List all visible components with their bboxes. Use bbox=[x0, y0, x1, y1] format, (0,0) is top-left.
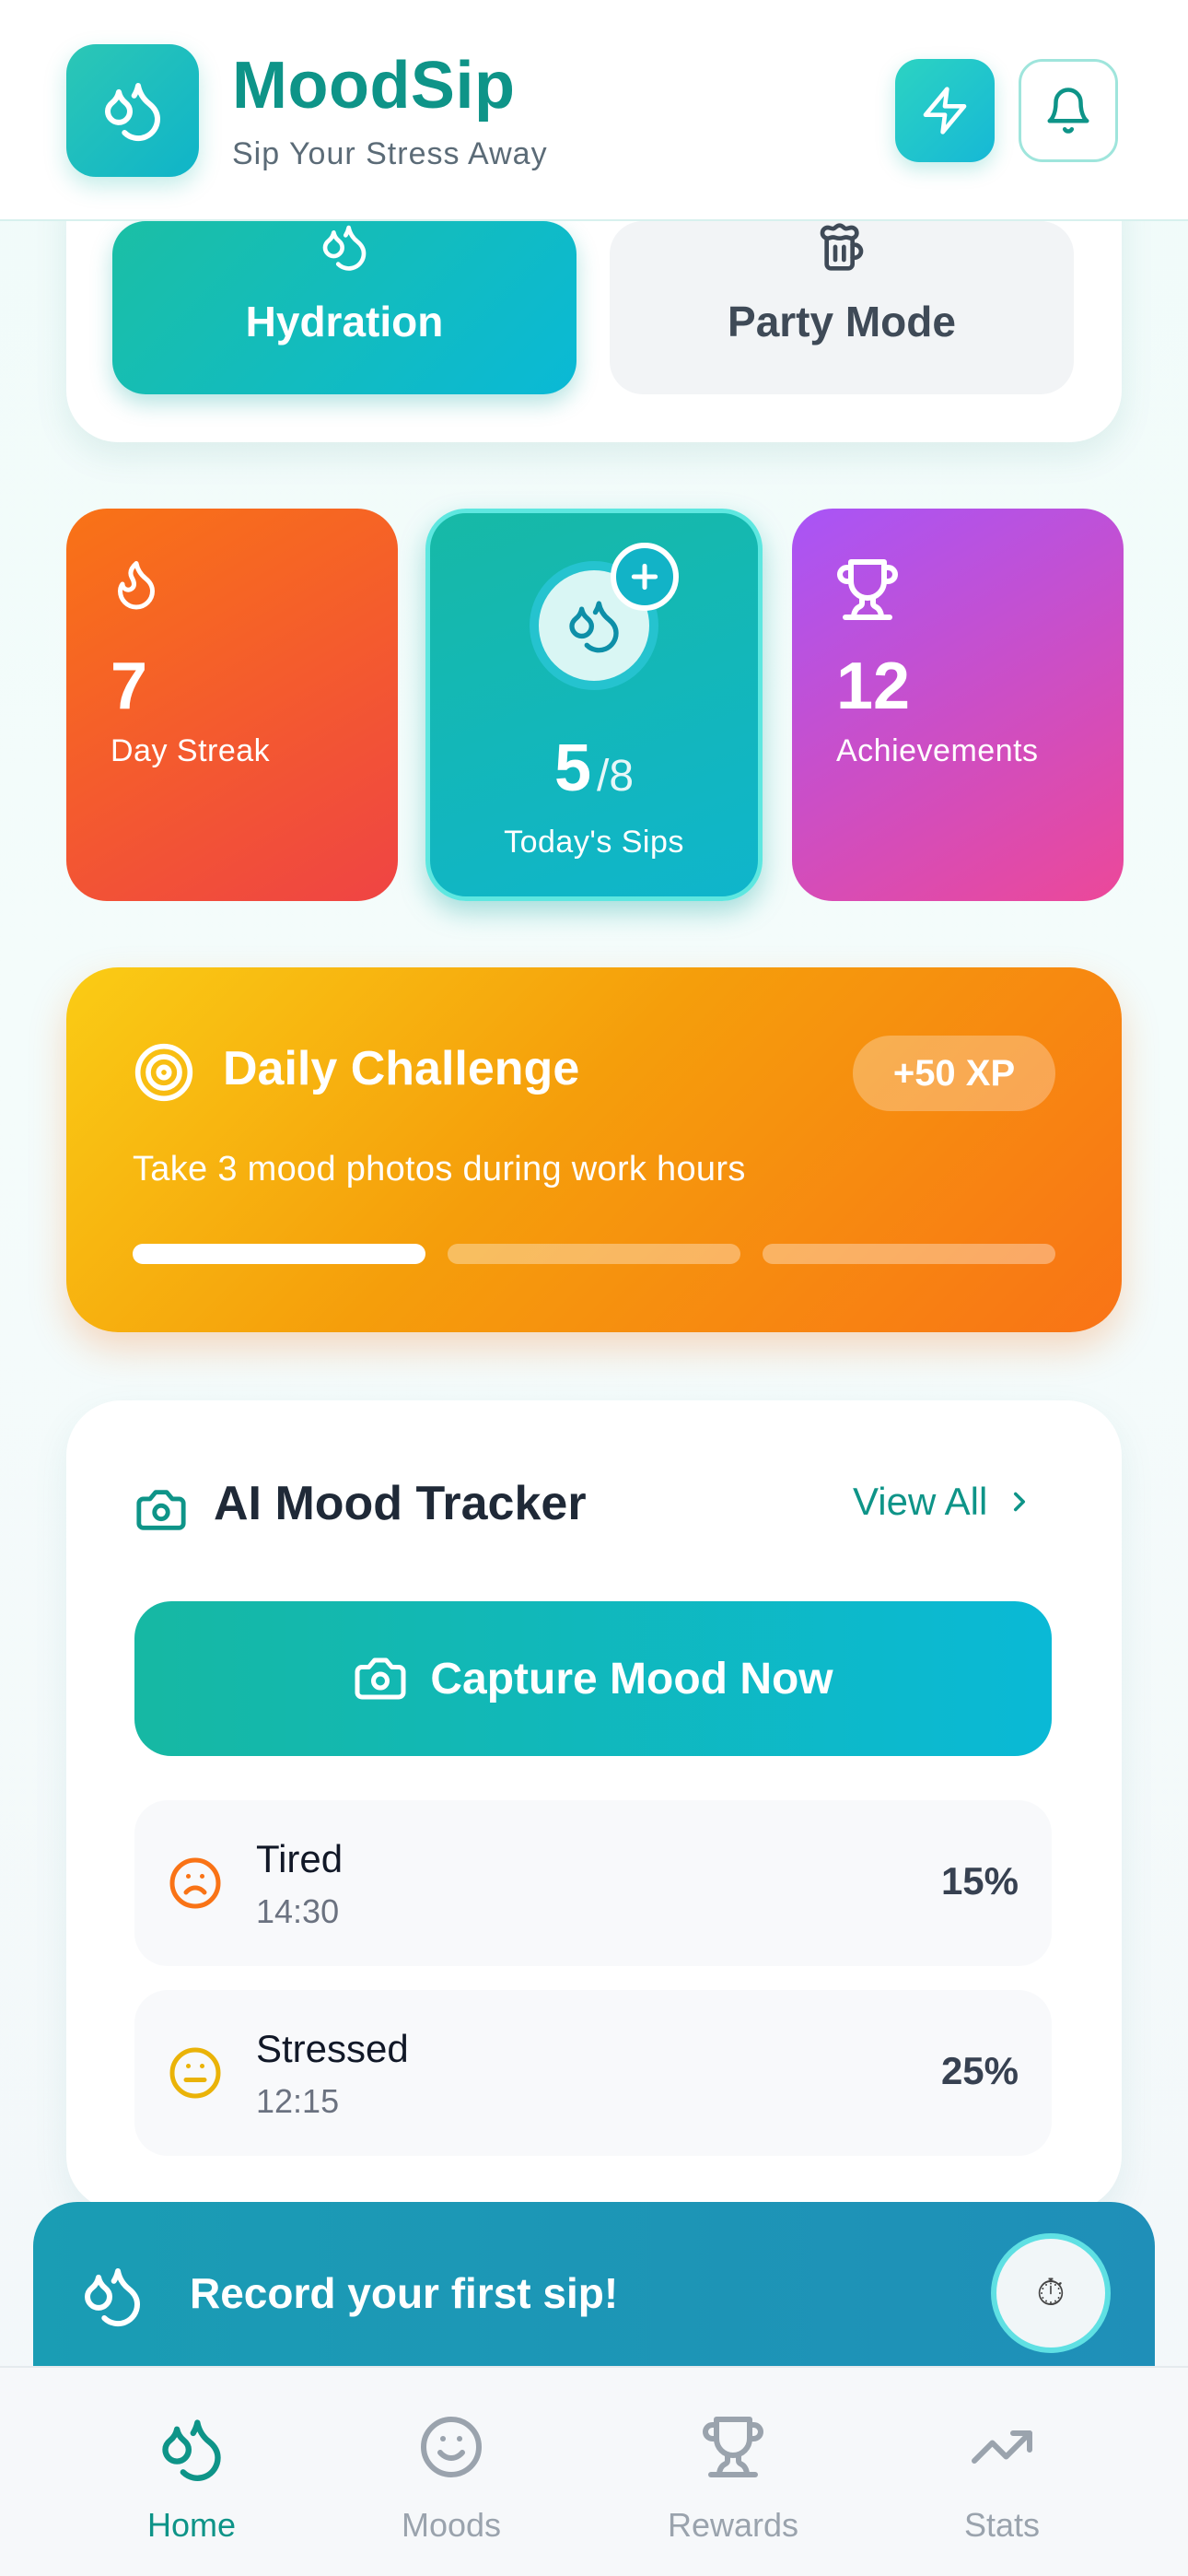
trending-up-icon bbox=[972, 2430, 1032, 2464]
streak-card[interactable]: 7 Day Streak bbox=[66, 509, 398, 901]
droplets-icon bbox=[85, 2268, 141, 2327]
trophy-icon bbox=[703, 2417, 763, 2477]
quick-action-button[interactable] bbox=[895, 59, 995, 162]
mood-entry[interactable]: Stressed 12:15 25% bbox=[134, 1990, 1052, 2156]
challenge-description: Take 3 mood photos during work hours bbox=[133, 1150, 746, 1188]
daily-challenge-card[interactable]: Daily Challenge +50 XP Take 3 mood photo… bbox=[66, 967, 1122, 1332]
challenge-progress-segment bbox=[448, 1244, 740, 1264]
plus-icon bbox=[631, 563, 658, 591]
mood-entry-name: Tired bbox=[256, 1837, 344, 1880]
nav-moods[interactable]: Moods bbox=[350, 2368, 553, 2576]
nav-home-label: Home bbox=[146, 2506, 237, 2544]
smile-icon bbox=[421, 2417, 482, 2477]
capture-mood-label: Capture Mood Now bbox=[430, 1654, 833, 1704]
achievements-label: Achievements bbox=[836, 733, 1039, 768]
mood-entry-name: Stressed bbox=[256, 2027, 409, 2070]
toast-message: Record your first sip! bbox=[190, 2269, 619, 2317]
mood-entry-time: 14:30 bbox=[256, 1892, 340, 1930]
capture-mood-button[interactable]: Capture Mood Now bbox=[134, 1601, 1052, 1756]
droplets-icon bbox=[105, 83, 161, 142]
neutral-face-icon bbox=[169, 2047, 221, 2099]
sip-count-value: 5 bbox=[553, 732, 591, 805]
mode-party-label: Party Mode bbox=[728, 298, 956, 345]
view-all-link[interactable]: View All bbox=[853, 1480, 1035, 1524]
mode-hydration-label: Hydration bbox=[245, 298, 444, 345]
bell-icon bbox=[1047, 88, 1089, 134]
stopwatch-icon: ⏱ bbox=[1036, 2272, 1066, 2313]
nav-rewards[interactable]: Rewards bbox=[632, 2368, 834, 2576]
nav-moods-label: Moods bbox=[401, 2506, 502, 2544]
mood-entry-percent: 15% bbox=[940, 1859, 1019, 1903]
streak-value: 7 bbox=[111, 650, 148, 723]
app-logo bbox=[66, 44, 199, 177]
challenge-reward-badge: +50 XP bbox=[853, 1036, 1055, 1111]
app-title: MoodSip bbox=[232, 49, 516, 123]
mood-tracker-card: AI Mood Tracker View All Capture Mood No… bbox=[66, 1400, 1122, 2211]
mood-entry[interactable]: Tired 14:30 15% bbox=[134, 1800, 1052, 1966]
view-all-label: View All bbox=[853, 1480, 988, 1523]
mode-party-button[interactable]: Party Mode bbox=[610, 221, 1074, 394]
beer-mug-icon bbox=[820, 223, 864, 271]
achievements-card[interactable]: 12 Achievements bbox=[792, 509, 1124, 901]
app-tagline: Sip Your Stress Away bbox=[232, 136, 548, 171]
mood-tracker-title: AI Mood Tracker bbox=[214, 1477, 587, 1530]
camera-icon bbox=[136, 1490, 186, 1530]
droplets-icon bbox=[569, 601, 619, 653]
challenge-title: Daily Challenge bbox=[223, 1042, 580, 1095]
challenge-progress-segment bbox=[133, 1244, 425, 1264]
sip-counter: 5/8 bbox=[430, 731, 758, 806]
mood-entry-percent: 25% bbox=[940, 2049, 1019, 2092]
nav-stats-label: Stats bbox=[963, 2506, 1041, 2544]
sips-label: Today's Sips bbox=[504, 825, 684, 860]
trophy-icon bbox=[837, 559, 898, 620]
first-sip-toast[interactable]: Record your first sip! ⏱ bbox=[33, 2202, 1155, 2386]
add-sip-plus[interactable] bbox=[611, 543, 679, 611]
droplets-icon bbox=[162, 2419, 221, 2481]
timer-button[interactable]: ⏱ bbox=[991, 2233, 1111, 2353]
bottom-navigation: Home Moods Rewards Stats bbox=[0, 2366, 1188, 2576]
nav-stats[interactable]: Stats bbox=[901, 2368, 1103, 2576]
sip-target-value: /8 bbox=[597, 752, 635, 801]
nav-rewards-label: Rewards bbox=[667, 2506, 799, 2544]
notifications-button[interactable] bbox=[1019, 59, 1118, 162]
app-header: MoodSip Sip Your Stress Away bbox=[0, 0, 1188, 221]
achievements-value: 12 bbox=[836, 650, 911, 723]
challenge-progress-segment bbox=[763, 1244, 1055, 1264]
mode-hydration-button[interactable]: Hydration bbox=[112, 221, 577, 394]
mood-entry-time: 12:15 bbox=[256, 2082, 340, 2120]
nav-home[interactable]: Home bbox=[90, 2368, 293, 2576]
camera-icon bbox=[355, 1657, 406, 1700]
streak-label: Day Streak bbox=[111, 733, 271, 768]
droplets-icon bbox=[322, 225, 367, 271]
frown-face-icon bbox=[169, 1857, 221, 1909]
target-icon bbox=[134, 1043, 193, 1102]
chevron-right-icon bbox=[1014, 1492, 1026, 1512]
flame-icon bbox=[118, 561, 155, 610]
sips-card[interactable]: 5/8 Today's Sips bbox=[425, 509, 763, 901]
lightning-icon bbox=[923, 87, 967, 135]
mode-selector: Hydration Party Mode bbox=[66, 184, 1122, 442]
